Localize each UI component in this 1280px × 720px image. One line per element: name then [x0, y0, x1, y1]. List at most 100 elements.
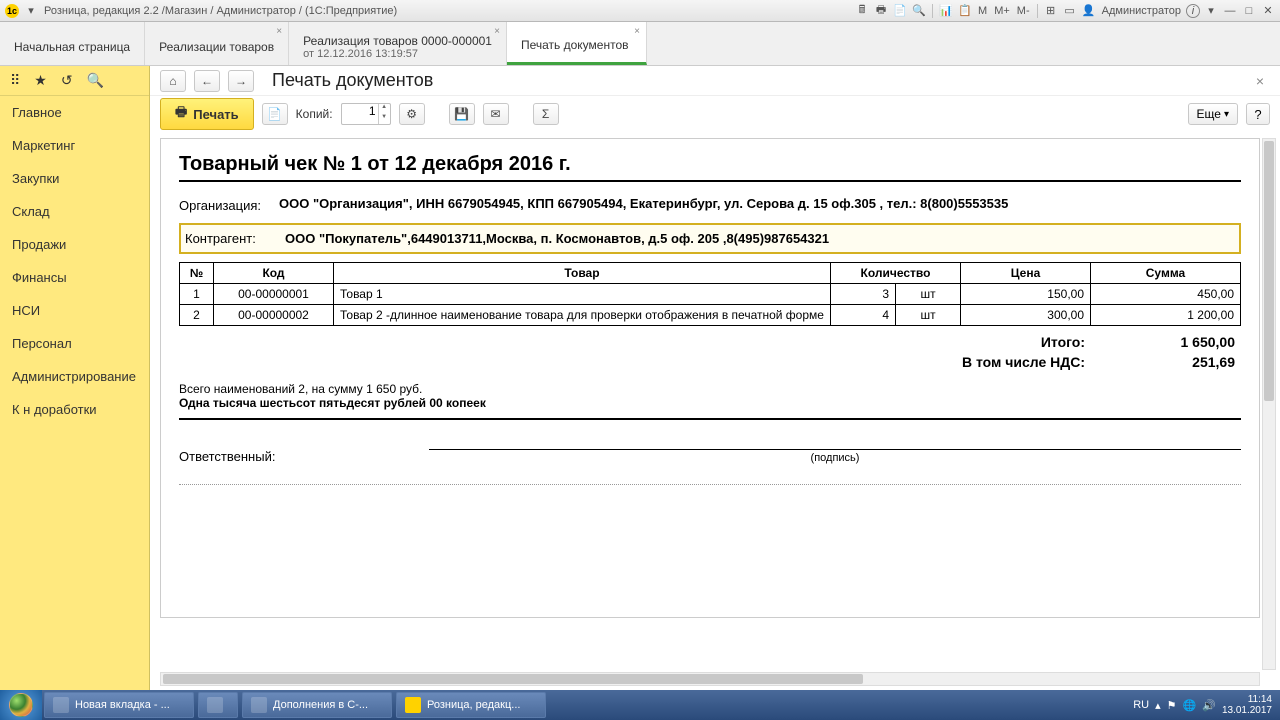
back-button[interactable]: ←	[194, 70, 220, 92]
page-close-button[interactable]: ×	[1250, 73, 1270, 89]
minimize-button[interactable]: —	[1222, 3, 1238, 19]
settings-button[interactable]: ⚙	[399, 103, 425, 125]
tray-sound-icon[interactable]: 🔊	[1202, 699, 1216, 712]
tab-realizations[interactable]: Реализации товаров×	[145, 22, 289, 65]
page-title: Печать документов	[272, 70, 433, 91]
memory-m[interactable]: M	[976, 5, 989, 17]
nav-marketing[interactable]: Маркетинг	[0, 129, 149, 162]
menu-icon[interactable]: ⠿	[10, 72, 20, 89]
items-table: № Код Товар Количество Цена Сумма 100-00…	[179, 262, 1241, 326]
print-button[interactable]: 🖶Печать	[160, 98, 254, 130]
forward-button[interactable]: →	[228, 70, 254, 92]
toolbar-btn-7[interactable]: ⊞	[1043, 3, 1059, 19]
spin-up-icon[interactable]: ▲	[378, 104, 390, 114]
copies-label: Копий:	[296, 107, 333, 121]
col-tovar: Товар	[334, 263, 831, 284]
responsible-label: Ответственный:	[179, 449, 429, 464]
sum-button[interactable]: Σ	[533, 103, 559, 125]
dotted-separator	[179, 484, 1241, 485]
copies-input[interactable]: 1▲▼	[341, 103, 391, 125]
tab-print[interactable]: Печать документов×	[507, 22, 647, 65]
close-icon[interactable]: ×	[494, 26, 500, 37]
tray-flag-icon[interactable]: ⚑	[1167, 699, 1177, 712]
chevron-down-icon: ▾	[1224, 109, 1229, 120]
spin-down-icon[interactable]: ▼	[378, 114, 390, 124]
kontr-value: ООО "Покупатель",6449013711,Москва, п. К…	[285, 231, 1235, 246]
app-icon: 1c	[4, 3, 20, 19]
email-button[interactable]: ✉	[483, 103, 509, 125]
signature-caption: (подпись)	[429, 452, 1241, 464]
tabs-bar: Начальная страница Реализации товаров× Р…	[0, 22, 1280, 66]
toolbar-btn-1[interactable]: 🖩	[854, 3, 870, 19]
col-qty: Количество	[831, 263, 961, 284]
task-addins[interactable]: Дополнения в С-...	[242, 692, 392, 718]
nav-main[interactable]: Главное	[0, 96, 149, 129]
col-kod: Код	[214, 263, 334, 284]
memory-mminus[interactable]: M-	[1015, 5, 1032, 17]
nav-admin[interactable]: Администрирование	[0, 360, 149, 393]
memory-mplus[interactable]: M+	[992, 5, 1012, 17]
nav-personnel[interactable]: Персонал	[0, 327, 149, 360]
1c-icon	[405, 697, 421, 713]
star-icon[interactable]: ★	[34, 72, 47, 89]
preview-button[interactable]: 📄	[262, 103, 288, 125]
nav-finance[interactable]: Финансы	[0, 261, 149, 294]
vertical-scrollbar[interactable]	[1262, 138, 1276, 670]
toolbar-btn-4[interactable]: 🔍	[911, 3, 927, 19]
doc-title: Товарный чек № 1 от 12 декабря 2016 г.	[179, 153, 1241, 182]
start-button[interactable]	[0, 690, 42, 720]
window-titlebar: 1c ▾ Розница, редакция 2.2 /Магазин / Ад…	[0, 0, 1280, 22]
help-button[interactable]: ?	[1246, 103, 1270, 125]
counterparty-row[interactable]: Контрагент: ООО "Покупатель",6449013711,…	[179, 223, 1241, 254]
lang-indicator[interactable]: RU	[1133, 699, 1149, 711]
maximize-button[interactable]: □	[1241, 3, 1257, 19]
user-icon[interactable]: 👤	[1081, 3, 1097, 19]
nav-nsi[interactable]: НСИ	[0, 294, 149, 327]
kontr-label: Контрагент:	[185, 231, 285, 246]
tray-network-icon[interactable]: 🌐	[1183, 699, 1197, 712]
info-icon[interactable]: i	[1186, 4, 1200, 18]
document-preview: Товарный чек № 1 от 12 декабря 2016 г. О…	[160, 138, 1260, 618]
home-button[interactable]: ⌂	[160, 70, 186, 92]
horizontal-scrollbar[interactable]	[160, 672, 1260, 686]
toolbar-btn-3[interactable]: 📄	[892, 3, 908, 19]
task-1c[interactable]: Розница, редакц...	[396, 692, 546, 718]
more-button[interactable]: Еще▾	[1188, 103, 1238, 125]
nav-purchases[interactable]: Закупки	[0, 162, 149, 195]
info-dropdown-icon[interactable]: ▾	[1203, 3, 1219, 19]
nds-label: В том числе НДС:	[962, 354, 1085, 370]
toolbar-btn-2[interactable]: 🖶	[873, 3, 889, 19]
close-icon[interactable]: ×	[276, 26, 282, 37]
folder-icon	[207, 697, 223, 713]
print-icon: 🖶	[175, 103, 187, 125]
user-name[interactable]: Администратор	[1100, 5, 1183, 17]
dropdown-icon[interactable]: ▾	[23, 3, 39, 19]
close-icon[interactable]: ×	[634, 26, 640, 37]
tab-realization-doc[interactable]: Реализация товаров 0000-000001от 12.12.2…	[289, 22, 507, 65]
tab-home[interactable]: Начальная страница	[0, 22, 145, 65]
toolbar-btn-8[interactable]: ▭	[1062, 3, 1078, 19]
col-sum: Сумма	[1091, 263, 1241, 284]
history-icon[interactable]: ↺	[61, 72, 73, 89]
search-icon[interactable]: 🔍	[87, 72, 104, 89]
task-chrome[interactable]: Новая вкладка - ...	[44, 692, 194, 718]
col-price: Цена	[961, 263, 1091, 284]
print-toolbar: 🖶Печать 📄 Копий: 1▲▼ ⚙ 💾 ✉ Σ Еще▾ ?	[150, 96, 1280, 132]
table-row: 100-00000001Товар 13шт150,00450,00	[180, 284, 1241, 305]
summary-text: Одна тысяча шестьсот пятьдесят рублей 00…	[179, 396, 1241, 410]
save-button[interactable]: 💾	[449, 103, 475, 125]
tray-up-icon[interactable]: ▴	[1155, 699, 1161, 712]
nav-warehouse[interactable]: Склад	[0, 195, 149, 228]
windows-taskbar: Новая вкладка - ... Дополнения в С-... Р…	[0, 690, 1280, 720]
org-label: Организация:	[179, 196, 279, 213]
toolbar-btn-6[interactable]: 📋	[957, 3, 973, 19]
org-value: ООО "Организация", ИНН 6679054945, КПП 6…	[279, 196, 1241, 213]
clock[interactable]: 11:1413.01.2017	[1222, 694, 1272, 716]
table-row: 200-00000002Товар 2 -длинное наименовани…	[180, 305, 1241, 326]
window-title: Розница, редакция 2.2 /Магазин / Админис…	[44, 5, 397, 17]
toolbar-btn-5[interactable]: 📊	[938, 3, 954, 19]
nav-dev[interactable]: К н доработки	[0, 393, 149, 426]
task-explorer[interactable]	[198, 692, 238, 718]
close-button[interactable]: ✕	[1260, 3, 1276, 19]
nav-sales[interactable]: Продажи	[0, 228, 149, 261]
